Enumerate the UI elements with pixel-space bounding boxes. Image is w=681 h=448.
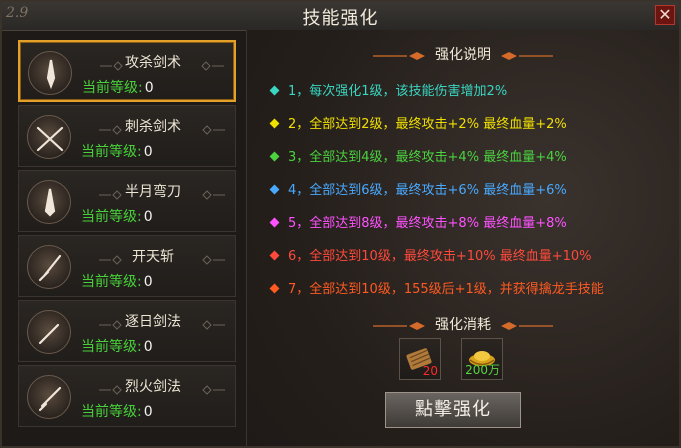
- skill-level-value: 0: [144, 80, 154, 96]
- close-icon: ✕: [658, 5, 672, 24]
- skill-level-label: 当前等级:: [81, 274, 142, 290]
- skill-name: 烈火剑法: [125, 379, 181, 395]
- skill-icon: [27, 180, 71, 224]
- skill-level: 当前等级: 0: [81, 271, 153, 291]
- skill-item[interactable]: 刺杀剑术当前等级: 0: [18, 105, 236, 167]
- skill-level-value: 0: [143, 274, 153, 290]
- ornament-left-icon: [373, 322, 425, 330]
- cost-qty: 200万: [465, 363, 500, 377]
- skill-icon: [27, 245, 71, 289]
- skill-level-value: 0: [143, 209, 153, 225]
- skill-icon: [27, 115, 71, 159]
- info-line-text: 3，全部达到4级，最终攻击+4% 最终血量+4%: [288, 150, 567, 165]
- info-line-text: 6，全部达到10级，最终攻击+10% 最终血量+10%: [288, 249, 592, 264]
- close-button[interactable]: ✕: [655, 5, 675, 25]
- ornament-right-icon: [501, 52, 553, 60]
- skill-icon: [27, 375, 71, 419]
- skill-level-value: 0: [143, 404, 153, 420]
- skill-item[interactable]: 攻杀剑术当前等级: 0: [18, 40, 236, 102]
- info-title-text: 强化说明: [435, 47, 491, 63]
- info-line: 4，全部达到6级，最终攻击+6% 最终血量+6%: [269, 179, 567, 198]
- skill-name: 逐日剑法: [125, 314, 181, 330]
- skill-list: 攻杀剑术 当前等级: 0 刺杀剑术 当前等级: 0 半月弯刀 当前等级: 0 开天斩 当前等级: 0 逐…: [12, 34, 242, 438]
- skill-name: 半月弯刀: [125, 184, 181, 200]
- info-line: 7，全部达到10级，155级后+1级，并获得擒龙手技能: [269, 278, 604, 297]
- skill-item[interactable]: 开天斩当前等级: 0: [18, 235, 236, 297]
- skill-level-label: 当前等级:: [81, 209, 142, 225]
- info-section-title: 强化说明: [247, 44, 679, 64]
- info-line: 1，每次强化1级，该技能伤害增加2%: [269, 80, 507, 99]
- info-line: 5，全部达到8级，最终攻击+8% 最终血量+8%: [269, 212, 567, 231]
- skill-level-label: 当前等级:: [81, 339, 142, 355]
- skill-level-value: 0: [143, 339, 153, 355]
- skill-icon: [28, 51, 72, 95]
- window-title: 技能强化: [302, 8, 379, 29]
- bullet-icon: [269, 118, 280, 129]
- info-line: 2，全部达到2级，最终攻击+2% 最终血量+2%: [269, 113, 567, 132]
- skill-item[interactable]: 半月弯刀当前等级: 0: [18, 170, 236, 232]
- skill-item[interactable]: 烈火剑法当前等级: 0: [18, 365, 236, 427]
- skill-item[interactable]: 逐日剑法当前等级: 0: [18, 300, 236, 362]
- info-line-text: 5，全部达到8级，最终攻击+8% 最终血量+8%: [288, 216, 567, 231]
- info-line: 3，全部达到4级，最终攻击+4% 最终血量+4%: [269, 146, 567, 165]
- info-line-text: 2，全部达到2级，最终攻击+2% 最终血量+2%: [288, 117, 567, 132]
- upgrade-panel: 强化说明 1，每次强化1级，该技能伤害增加2% 2，全部达到2级，最终攻击+2% …: [246, 30, 679, 446]
- cost-item-scroll[interactable]: 20: [399, 338, 441, 380]
- cost-section-title: 强化消耗: [247, 314, 679, 334]
- skill-level: 当前等级: 0: [81, 401, 153, 421]
- skill-level-label: 当前等级:: [81, 144, 142, 160]
- ornament-right-icon: [501, 322, 553, 330]
- ornament-left-icon: [373, 52, 425, 60]
- cost-qty: 20: [422, 364, 438, 378]
- skill-level: 当前等级: 0: [81, 141, 153, 161]
- skill-level-label: 当前等级:: [82, 80, 143, 96]
- bullet-icon: [269, 151, 280, 162]
- info-line-text: 1，每次强化1级，该技能伤害增加2%: [288, 84, 508, 99]
- skill-icon: [27, 310, 71, 354]
- info-line: 6，全部达到10级，最终攻击+10% 最终血量+10%: [269, 245, 592, 264]
- bullet-icon: [269, 250, 280, 261]
- skill-level-label: 当前等级:: [81, 404, 142, 420]
- skill-name: 攻杀剑术: [125, 55, 181, 71]
- bullet-icon: [269, 217, 280, 228]
- skill-upgrade-window: 2.9 技能强化 ✕ 攻杀剑术 当前等级: 0 刺杀剑术 当前等级: 0 半月弯刀 当前等级:…: [0, 0, 681, 448]
- bullet-icon: [269, 85, 280, 96]
- info-line-text: 7，全部达到10级，155级后+1级，并获得擒龙手技能: [288, 282, 604, 297]
- info-line-text: 4，全部达到6级，最终攻击+6% 最终血量+6%: [288, 183, 567, 198]
- bullet-icon: [269, 283, 280, 294]
- upgrade-button[interactable]: 點擊强化: [385, 392, 521, 428]
- skill-level-value: 0: [143, 144, 153, 160]
- skill-name: 刺杀剑术: [125, 119, 181, 135]
- bullet-icon: [269, 184, 280, 195]
- title-bar: 2.9 技能强化 ✕: [2, 2, 679, 31]
- skill-level: 当前等级: 0: [81, 336, 153, 356]
- skill-level: 当前等级: 0: [82, 77, 154, 97]
- skill-name: 开天斩: [132, 249, 174, 265]
- skill-level: 当前等级: 0: [81, 206, 153, 226]
- cost-item-gold[interactable]: 200万: [461, 338, 503, 380]
- cost-title-text: 强化消耗: [435, 317, 491, 333]
